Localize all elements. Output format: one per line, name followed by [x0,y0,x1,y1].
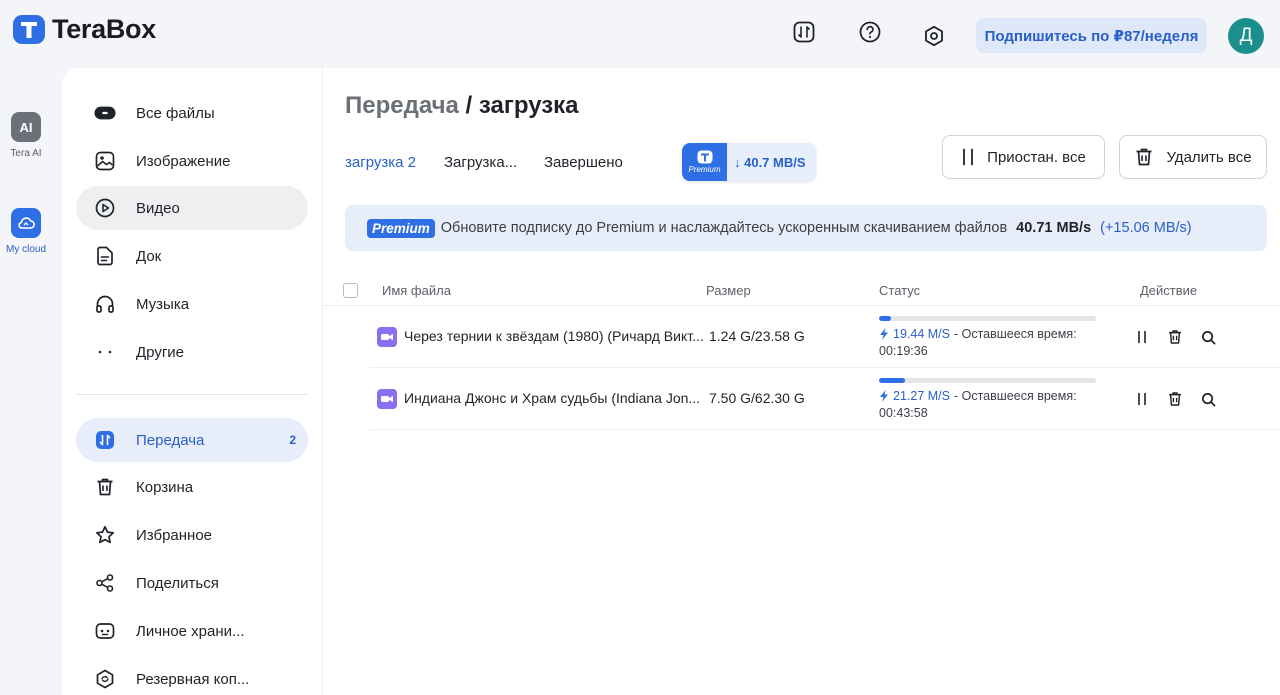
trash-icon [1136,148,1152,166]
terabox-mini-icon [697,150,712,164]
sidebar-item-docs[interactable]: Док [76,234,308,278]
tab-uploading[interactable]: Загрузка... [444,154,517,171]
sidebar-item-favorites[interactable]: Избранное [76,513,308,557]
sidebar-item-music[interactable]: Музыка [76,282,308,326]
promo-speed: 40.71 MB/s [1016,220,1092,236]
search-icon[interactable] [1199,328,1217,346]
transfer-count-badge: 2 [289,433,296,447]
sidebar-item-other[interactable]: Другие [76,330,308,374]
remaining-time-label: - Оставшееся время: [953,389,1077,403]
pause-icon [963,148,974,166]
lightning-icon [880,390,888,402]
delete-icon[interactable] [1166,328,1184,346]
download-status: 19.44 M/S - Оставшееся время: [879,327,1077,341]
backup-icon [94,668,116,690]
file-size: 1.24 G/23.58 G [709,328,805,344]
video-icon [94,197,116,219]
progress-fill [879,316,891,321]
transfer-icon[interactable] [792,20,816,44]
sidebar-divider [76,394,308,395]
progress-fill [879,378,906,383]
sidebar-item-images[interactable]: Изображение [76,139,308,183]
app-name: TeraBox [52,13,156,44]
tera-ai-icon: AI [11,112,41,142]
premium-badge-label: Premium [688,165,721,174]
promo-speed-gain: (+15.06 MB/s) [1100,220,1192,236]
rail-item-tera-ai[interactable]: AI Tera AI [0,112,52,159]
rail-label-tera-ai: Tera AI [10,148,42,159]
file-name: Через тернии к звёздам (1980) (Ричард Ви… [404,328,704,344]
star-icon [94,524,116,546]
remaining-time: 00:43:58 [879,406,928,420]
breadcrumb-current: загрузка [478,92,579,119]
download-status: 21.27 M/S - Оставшееся время: [879,389,1077,403]
column-header-name[interactable]: Имя файла [382,283,451,298]
cloud-icon [11,208,41,238]
search-icon[interactable] [1199,390,1217,408]
terabox-logo-icon [13,15,45,44]
premium-promo-banner[interactable]: Premium Обновите подписку до Premium и н… [345,205,1267,251]
trash-icon [94,476,116,498]
rail-item-my-cloud[interactable]: My cloud [0,208,52,255]
tab-completed[interactable]: Завершено [544,154,623,171]
premium-logo-box: Premium [682,143,727,181]
top-bar: TeraBox Подпишитесь по ₽87/неделя Д [0,0,1280,68]
breadcrumb: Передача / загрузка [345,92,579,120]
settings-icon[interactable] [922,24,946,48]
headphones-icon [94,293,116,315]
transfer-icon [94,429,116,451]
document-icon [94,245,116,267]
download-speed-value: 19.44 M/S [893,327,950,341]
image-icon [94,150,116,172]
lightning-icon [880,328,888,340]
sidebar-item-all-files[interactable]: Все файлы [76,91,308,135]
download-speed: ↓ 40.7 MB/S [734,154,806,170]
delete-all-button[interactable]: Удалить все [1119,135,1267,179]
share-icon [94,572,116,594]
main-panel: Передача / загрузка загрузка 2 Загрузка.… [322,68,1280,695]
remaining-time: 00:19:36 [879,344,928,358]
file-size: 7.50 G/62.30 G [709,390,805,406]
download-progress-bar [879,316,1096,321]
promo-text: Обновите подписку до Premium и наслаждай… [440,220,1008,236]
file-name: Индиана Джонс и Храм судьбы (Indiana Jon… [404,390,701,406]
select-all-checkbox[interactable] [343,283,358,298]
premium-speed-badge[interactable]: Premium ↓ 40.7 MB/S [682,143,816,181]
download-progress-bar [879,378,1096,383]
help-icon[interactable] [858,20,882,44]
private-storage-icon [94,620,116,642]
column-header-status: Статус [879,283,921,298]
avatar[interactable]: Д [1228,18,1264,54]
sidebar: Все файлы Изображение Видео Док Музыка Д… [62,68,322,695]
pause-icon[interactable] [1133,390,1151,408]
pause-icon[interactable] [1133,328,1151,346]
tab-download[interactable]: загрузка 2 [345,154,416,171]
download-speed-value: 21.27 M/S [893,389,950,403]
sidebar-item-share[interactable]: Поделиться [76,561,308,605]
sidebar-item-backup[interactable]: Резервная коп... [76,657,308,695]
breadcrumb-separator: / [465,92,473,119]
sidebar-item-private-storage[interactable]: Личное храни... [76,609,308,653]
rail-label-my-cloud: My cloud [5,244,46,255]
subscribe-button[interactable]: Подпишитесь по ₽87/неделя [976,18,1207,53]
sidebar-item-trash[interactable]: Корзина [76,465,308,509]
delete-icon[interactable] [1166,390,1184,408]
more-dots-icon [94,341,116,363]
video-file-icon [377,327,397,347]
sidebar-item-video[interactable]: Видео [76,186,308,230]
table-row[interactable]: Индиана Джонс и Храм судьбы (Indiana Jon… [369,368,1280,430]
column-header-size[interactable]: Размер [706,283,751,298]
all-files-icon [94,102,116,124]
pause-all-button[interactable]: Приостан. все [942,135,1105,179]
terabox-logo[interactable]: TeraBox [12,12,156,46]
column-header-action: Действие [1140,283,1198,298]
sidebar-item-transfer[interactable]: Передача 2 [76,418,308,462]
breadcrumb-root[interactable]: Передача [345,92,459,119]
table-row[interactable]: Через тернии к звёздам (1980) (Ричард Ви… [369,306,1280,368]
promo-premium-badge: Premium [367,218,435,238]
remaining-time-label: - Оставшееся время: [953,327,1077,341]
video-file-icon [377,389,397,409]
